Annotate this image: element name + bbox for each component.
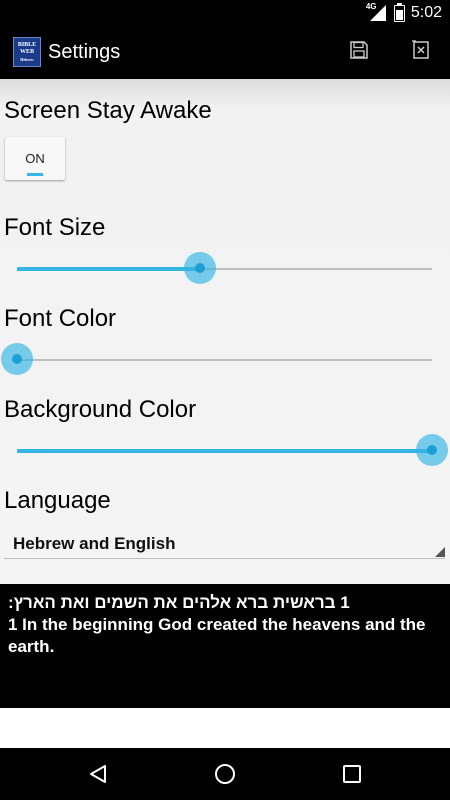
- signal-icon: 4G: [366, 2, 388, 22]
- recents-button[interactable]: [340, 762, 364, 786]
- background-color-label: Background Color: [4, 396, 197, 423]
- save-icon: [350, 41, 368, 59]
- save-button[interactable]: [348, 39, 370, 61]
- slider-fill: [17, 449, 432, 453]
- status-bar: 4G 5:02: [0, 0, 450, 25]
- status-time: 5:02: [410, 4, 442, 21]
- language-selected: Hebrew and English: [13, 534, 176, 553]
- background-color-slider[interactable]: [17, 434, 448, 466]
- language-spinner[interactable]: Hebrew and English: [4, 528, 445, 559]
- blank-area: [0, 708, 450, 748]
- battery-icon: [393, 2, 405, 22]
- slider-thumb[interactable]: [416, 434, 448, 466]
- back-icon: [90, 765, 106, 783]
- logo-text-2: WEB: [19, 48, 34, 55]
- settings-content: Screen Stay Awake ON Font Size Font Colo…: [0, 79, 450, 584]
- dropdown-arrow-icon: [435, 547, 445, 557]
- verse-preview: 1 בראשית ברא אלהים את השמים ואת הארץ: 1 …: [0, 584, 450, 708]
- font-size-label: Font Size: [4, 214, 106, 241]
- language-label: Language: [4, 487, 111, 514]
- navigation-bar: [0, 748, 450, 800]
- font-size-slider[interactable]: [17, 252, 432, 284]
- slider-thumb[interactable]: [183, 252, 216, 284]
- close-button[interactable]: [410, 39, 432, 61]
- toggle-label: ON: [25, 151, 45, 166]
- slider-fill: [17, 267, 200, 271]
- home-icon: [215, 764, 235, 784]
- close-icon: [412, 40, 429, 59]
- font-color-slider[interactable]: [1, 343, 432, 375]
- recents-icon: [343, 765, 361, 783]
- font-color-label: Font Color: [4, 305, 117, 332]
- screen-stay-awake-label: Screen Stay Awake: [4, 97, 212, 124]
- toggle-indicator: [27, 173, 43, 176]
- logo-text-3: Hebrew: [20, 56, 34, 62]
- slider-thumb[interactable]: [1, 343, 33, 375]
- back-button[interactable]: [86, 762, 110, 786]
- logo-text-1: BIBLE: [17, 41, 37, 48]
- app-bar: BIBLE WEB Hebrew Settings: [0, 25, 450, 79]
- preview-english-text: 1 In the beginning God created the heave…: [8, 615, 426, 656]
- page-title: Settings: [48, 40, 121, 63]
- home-button[interactable]: [213, 762, 237, 786]
- preview-hebrew-text: 1 בראשית ברא אלהים את השמים ואת הארץ:: [8, 593, 350, 612]
- screen-stay-awake-toggle[interactable]: ON: [5, 137, 65, 180]
- app-logo: BIBLE WEB Hebrew: [13, 37, 41, 67]
